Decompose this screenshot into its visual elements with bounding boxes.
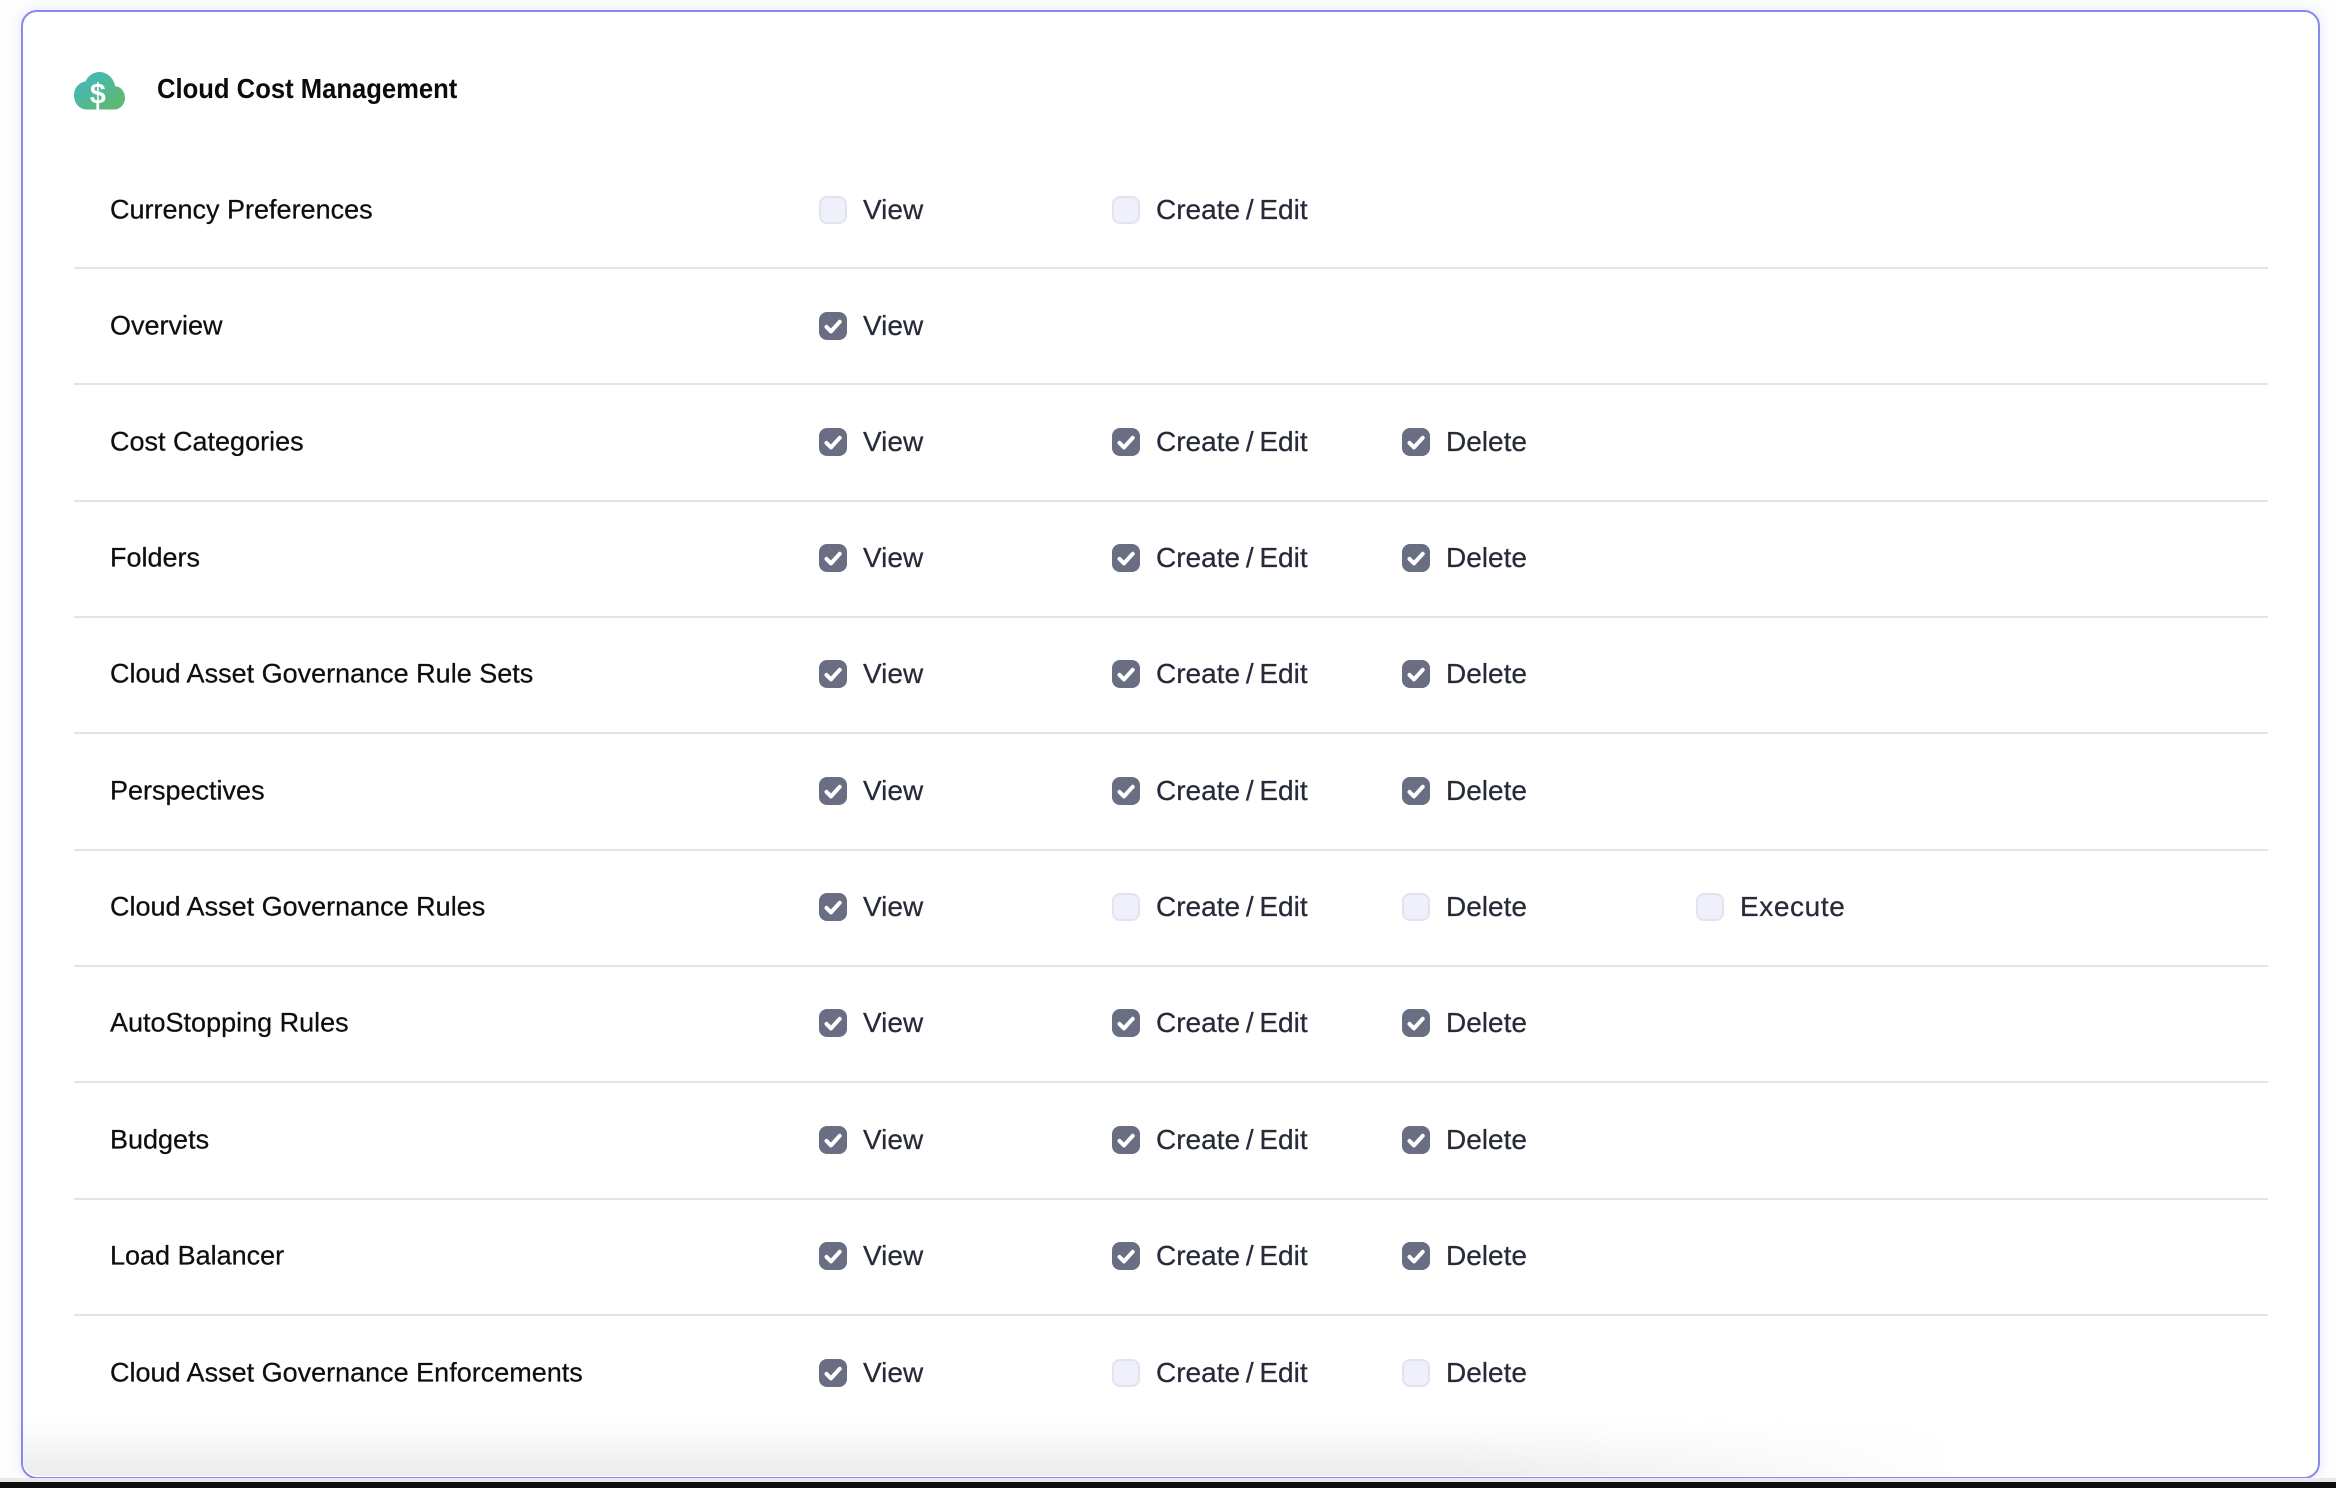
- svg-text:$: $: [90, 78, 106, 110]
